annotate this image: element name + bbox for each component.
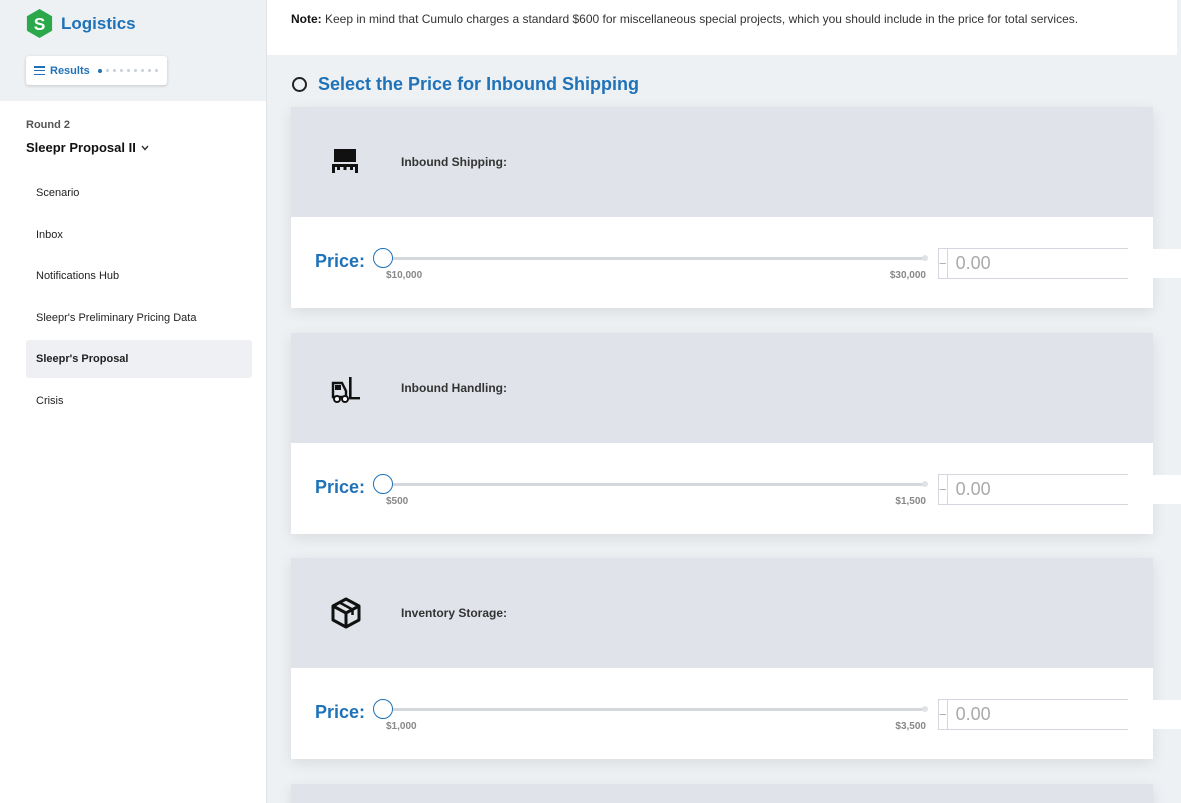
round-label: Round 2 [26,119,70,131]
note-text: Keep in mind that Cumulo charges a stand… [321,12,1079,26]
slider-handle[interactable] [373,699,393,719]
card-body: Price: $10,000 $30,000 − + [291,217,1181,308]
slider-handle[interactable] [373,474,393,494]
slider-end [922,706,928,712]
chevron-down-icon [141,143,149,153]
slider-end [922,255,928,261]
card-label: Inbound Handling: [401,381,507,395]
sidebar: S Logistics Results Round 2 Sleepr Propo… [0,0,267,803]
sidebar-item-label: Inbox [36,228,63,241]
sidebar-item-label: Notifications Hub [36,270,120,282]
price-card-inbound-handling: Inbound Handling: Price: $500 $1,500 − + [291,333,1181,534]
brand[interactable]: S Logistics [24,8,136,39]
progress-dot [154,69,158,72]
brand-name: Logistics [61,13,136,33]
decrement-button[interactable]: − [939,249,948,278]
sidebar-item-crisis[interactable]: Crisis [26,382,252,420]
section-header: Select the Price for Inbound Shipping [292,74,639,95]
price-stepper: − + [938,699,1181,730]
progress-dot [112,69,116,72]
card-label: Inventory Storage: [401,606,508,620]
decrement-button[interactable]: − [939,475,948,504]
card-header: Inbound Handling: [291,333,1153,443]
sidebar-item-inbox[interactable]: Inbox [26,216,252,254]
sidebar-item-sleeprs-proposal[interactable]: Sleepr's Proposal [26,340,252,378]
price-card-inventory-storage: Inventory Storage: Price: $1,000 $3,500 … [291,558,1181,759]
price-input[interactable] [947,700,1181,729]
price-input[interactable] [947,475,1181,504]
card-header: Inbound Shipping: [291,107,1153,217]
price-input[interactable] [947,249,1181,278]
slider-handle[interactable] [373,248,393,268]
section-radio[interactable] [292,77,307,92]
truck-icon [332,149,358,173]
price-label: Price: [315,251,366,271]
sidebar-nav: Scenario Inbox Notifications Hub Sleepr'… [26,174,252,423]
slider-max-label: $30,000 [889,270,926,281]
progress-dot [97,68,102,73]
price-card-partial [291,784,1153,803]
card-body: Price: $500 $1,500 − + [291,443,1181,534]
slider-track[interactable] [383,483,926,486]
proposal-name: Sleepr Proposal II [26,140,136,155]
progress-dot [133,69,137,72]
main-content: Note: Keep in mind that Cumulo charges a… [267,0,1181,803]
slider-max-label: $3,500 [895,721,926,732]
progress-dot [126,69,130,72]
sidebar-item-preliminary-pricing-data[interactable]: Sleepr's Preliminary Pricing Data [26,299,252,337]
card-body: Price: $1,000 $3,500 − + [291,668,1181,759]
sidebar-item-label: Sleepr's Preliminary Pricing Data [36,311,197,324]
price-stepper: − + [938,248,1181,279]
progress-dot [140,69,144,72]
results-label: Results [50,64,90,77]
sidebar-item-label: Sleepr's Proposal [36,353,129,365]
price-card-inbound-shipping: Inbound Shipping: Price: $10,000 $30,000… [291,107,1181,308]
sidebar-header: S Logistics Results [0,0,266,101]
slider-track[interactable] [383,708,926,711]
forklift-icon [331,377,360,403]
progress-dot [119,69,123,72]
menu-icon [34,66,45,75]
slider-track[interactable] [383,257,926,260]
slider-min-label: $10,000 [386,270,423,281]
decrement-button[interactable]: − [939,700,948,729]
logo-letter: S [34,14,46,34]
sidebar-item-label: Crisis [36,394,64,407]
note-prefix: Note: [291,12,322,26]
proposal-select[interactable]: Sleepr Proposal II [26,140,149,155]
progress-dot [147,69,151,72]
results-button[interactable]: Results [26,56,167,85]
price-label: Price: [315,477,366,497]
price-label: Price: [315,702,366,722]
slider-end [922,481,928,487]
card-header: Inventory Storage: [291,558,1153,668]
sidebar-item-notifications-hub[interactable]: Notifications Hub [26,257,252,295]
progress-dot [105,69,109,72]
logo-icon: S [26,8,53,39]
price-slider[interactable] [373,699,928,719]
box-icon [331,597,361,629]
price-slider[interactable] [373,248,928,268]
note-banner: Note: Keep in mind that Cumulo charges a… [267,0,1177,55]
card-label: Inbound Shipping: [401,155,507,169]
price-stepper: − + [938,474,1181,505]
slider-min-label: $500 [386,496,409,507]
section-title: Select the Price for Inbound Shipping [318,74,640,94]
progress-dots [97,68,158,73]
slider-min-label: $1,000 [386,721,417,732]
price-slider[interactable] [373,474,928,494]
slider-max-label: $1,500 [895,496,926,507]
sidebar-item-scenario[interactable]: Scenario [26,174,252,212]
sidebar-item-label: Scenario [36,187,80,199]
